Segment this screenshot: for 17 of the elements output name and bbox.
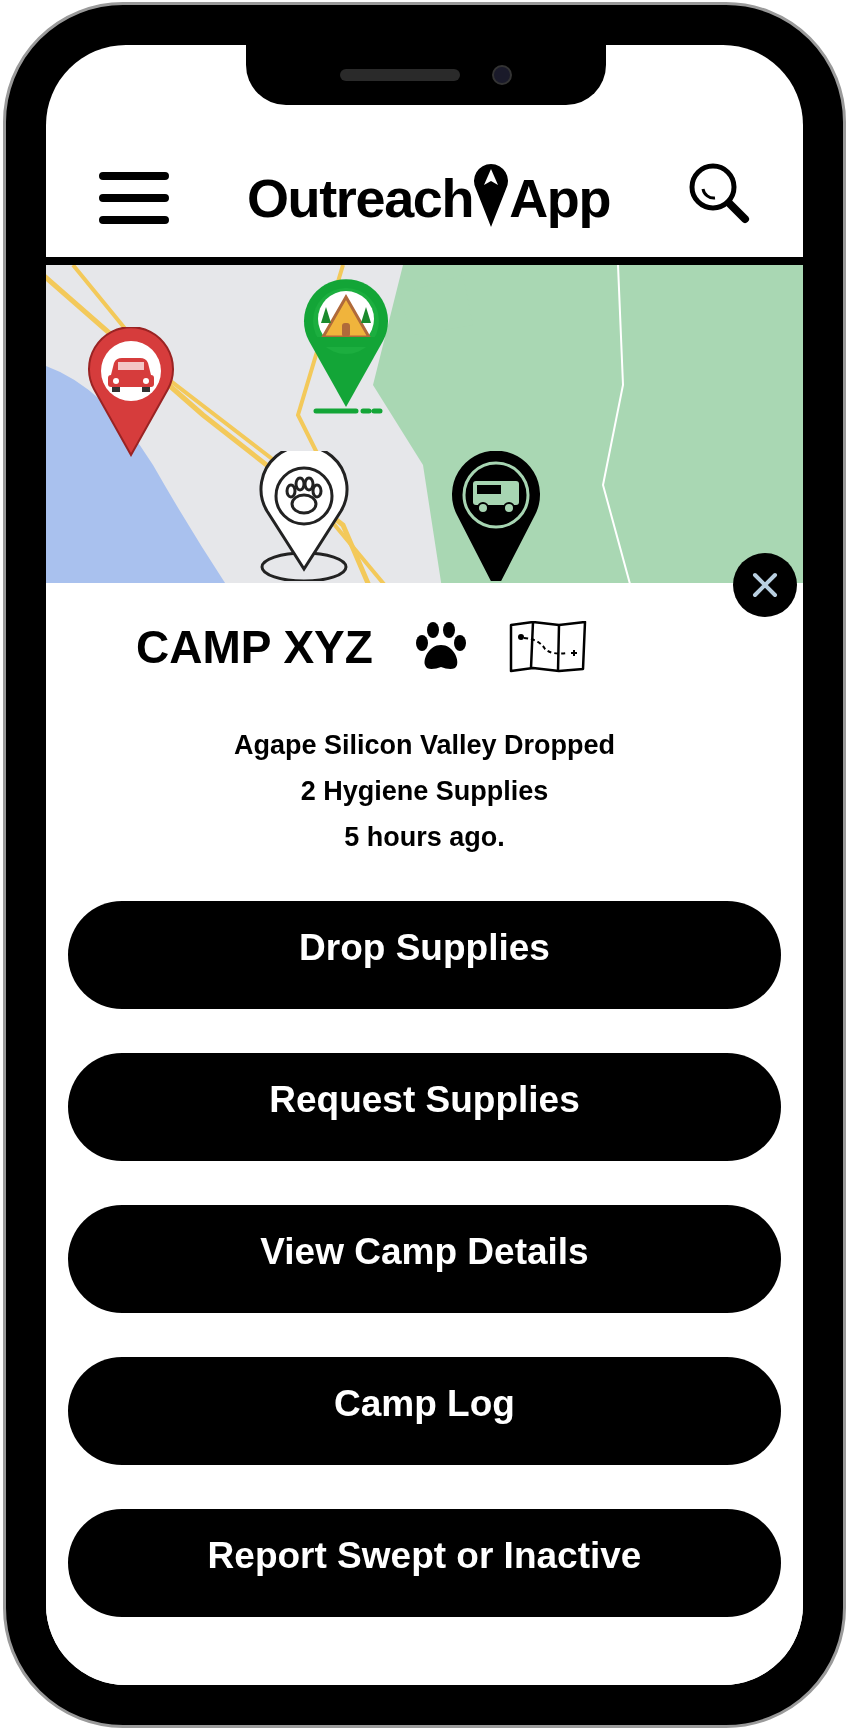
search-icon[interactable]: [687, 161, 751, 225]
drop-message: 5 hours ago.: [344, 821, 505, 854]
action-button[interactable]: Request Supplies: [68, 1053, 781, 1161]
drop-message: 2 Hygiene Supplies: [300, 775, 549, 808]
action-button[interactable]: Report Swept or Inactive: [68, 1509, 781, 1617]
camera-icon: [492, 65, 512, 85]
drop-message: Agape Silicon Valley Dropped: [233, 729, 616, 762]
logo-text: Outreach: [246, 171, 474, 225]
menu-icon[interactable]: [98, 171, 170, 225]
camp-title: CAMP XYZ: [136, 624, 373, 670]
action-button[interactable]: Camp Log: [68, 1357, 781, 1465]
action-button[interactable]: View Camp Details: [68, 1205, 781, 1313]
truck-pin-icon[interactable]: [451, 451, 541, 581]
action-button[interactable]: Drop Supplies: [68, 901, 781, 1009]
close-icon: [752, 572, 778, 598]
car-pin-icon[interactable]: [86, 327, 176, 457]
map-icon[interactable]: [508, 621, 587, 673]
